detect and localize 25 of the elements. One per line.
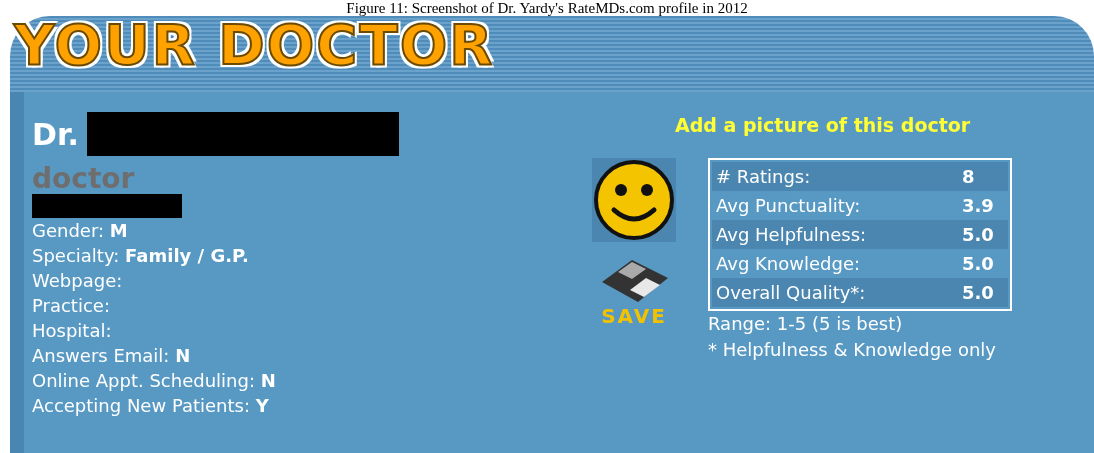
rating-label: Avg Knowledge:: [716, 252, 861, 276]
profile-field: Accepting New Patients: Y: [32, 393, 592, 418]
rating-note: * Helpfulness & Knowledge only: [708, 338, 997, 362]
rating-label: Overall Quality*:: [716, 281, 866, 305]
rating-value: 8: [962, 165, 976, 189]
rating-value: 5.0: [962, 281, 995, 305]
profile-field: Answers Email: N: [32, 343, 592, 368]
profile-field: Gender: M: [32, 218, 592, 243]
profile-field: Hospital:: [32, 318, 592, 343]
rating-label: Avg Helpfulness:: [716, 223, 867, 247]
rating-label: Avg Punctuality:: [716, 194, 861, 218]
doctor-title: Dr.: [32, 116, 79, 152]
profile-field: Specialty: Family / G.P.: [32, 243, 592, 268]
rating-value: 5.0: [962, 252, 995, 276]
profile-field: Practice:: [32, 293, 592, 318]
rating-value: 5.0: [962, 223, 995, 247]
profile-field: Online Appt. Scheduling: N: [32, 368, 592, 393]
rating-label: # Ratings:: [716, 165, 811, 189]
rating-value: 3.9: [962, 194, 995, 218]
add-picture-link[interactable]: Add a picture of this doctor: [675, 114, 971, 136]
save-button[interactable]: SAVE: [598, 256, 670, 328]
profession-label: doctor: [32, 164, 136, 194]
rating-note: Range: 1-5 (5 is best): [708, 312, 904, 336]
smiley-icon: [592, 158, 676, 242]
profile-field: Webpage:: [32, 268, 592, 293]
